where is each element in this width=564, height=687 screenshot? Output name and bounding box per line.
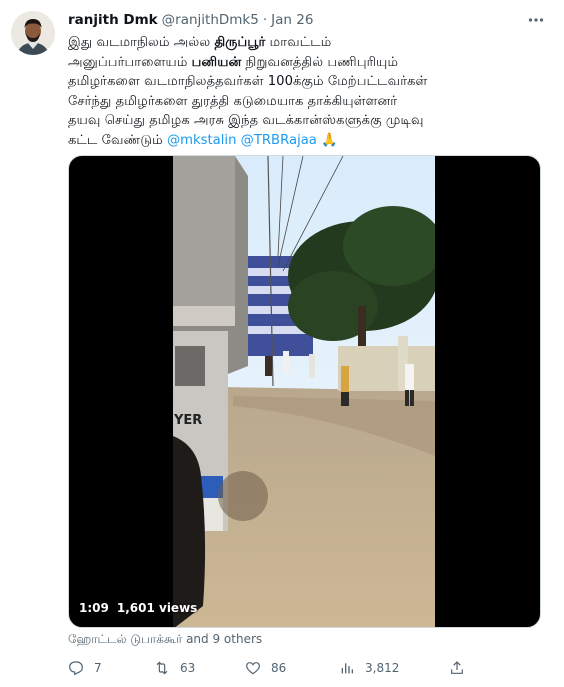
views-count: 3,812 — [365, 661, 400, 675]
text-line: இது வடமாநிலம் அல்ல திருப்பூர் மாவட்டம் — [68, 33, 538, 53]
reply-button[interactable]: 7 — [68, 657, 102, 679]
video-views: 1,601 views — [116, 601, 198, 615]
more-icon — [528, 18, 544, 22]
avatar[interactable] — [11, 11, 55, 55]
text-bold: பனியன் — [191, 54, 242, 70]
tweet: ranjith Dmk @ranjithDmk5 · Jan 26 இது வட… — [0, 0, 564, 687]
action-bar: 7 63 86 3,812 — [68, 657, 538, 679]
share-icon — [451, 661, 463, 674]
author-handle[interactable]: @ranjithDmk5 — [162, 12, 259, 28]
pray-emoji: 🙏 — [321, 132, 338, 148]
retweet-button[interactable]: 63 — [154, 657, 195, 679]
mention-link[interactable]: @TRBRajaa — [241, 133, 317, 148]
reply-count: 7 — [94, 661, 102, 675]
more-button[interactable] — [522, 10, 550, 30]
like-count: 86 — [271, 661, 287, 675]
tweet-header: ranjith Dmk @ranjithDmk5 · Jan 26 — [68, 10, 313, 30]
reply-icon — [69, 661, 83, 676]
text-line: கட்ட வேண்டும் @mkstalin @TRBRajaa 🙏 — [68, 131, 538, 151]
tweet-date[interactable]: Jan 26 — [271, 12, 313, 28]
views-icon — [341, 663, 353, 674]
video-player[interactable]: YER 1:09 1,601 views — [68, 155, 541, 628]
mention-link[interactable]: @mkstalin — [167, 133, 236, 148]
text-line: அனுப்பர்பாளையம் பனியன் நிறுவனத்தில் பணிப… — [68, 53, 538, 73]
text-span: இது வடமாநிலம் அல்ல — [68, 35, 215, 50]
like-icon — [246, 662, 260, 675]
text-bold: திருப்பூர் — [214, 35, 266, 50]
text-line: தமிழர்களை வடமாநிலத்தவர்கள் 100க்கும் மேற… — [68, 74, 428, 89]
share-button[interactable] — [449, 657, 465, 679]
separator-dot: · — [262, 12, 268, 28]
text-line: சேர்ந்து தமிழர்களை துரத்தி கடுமையாக தாக்… — [68, 93, 398, 109]
tweet-text: இது வடமாநிலம் அல்ல திருப்பூர் மாவட்டம் அ… — [68, 33, 538, 150]
like-button[interactable]: 86 — [245, 657, 286, 679]
text-span: கட்ட வேண்டும் — [68, 132, 167, 148]
video-duration: 1:09 — [79, 601, 109, 615]
views-button[interactable]: 3,812 — [339, 657, 399, 679]
retweet-icon — [156, 661, 168, 675]
text-span: மாவட்டம் — [265, 35, 332, 50]
text-span: நிறுவனத்தில் பணிபுரியும் — [241, 54, 399, 70]
text-line: தயவு செய்து தமிழக அரசு இந்த வடக்கான்ஸ்கள… — [68, 113, 424, 128]
social-context[interactable]: ஹோட்டல் டுபாக்கூர் and 9 others — [68, 632, 262, 648]
author-name[interactable]: ranjith Dmk — [68, 12, 158, 28]
text-span: அனுப்பர்பாளையம் — [68, 54, 192, 70]
sign-text: YER — [173, 413, 202, 428]
video-frame: YER — [173, 156, 435, 627]
video-scene: YER — [173, 156, 435, 627]
avatar-image — [11, 11, 55, 55]
video-overlay: 1:09 1,601 views — [79, 601, 197, 615]
retweet-count: 63 — [180, 661, 196, 675]
